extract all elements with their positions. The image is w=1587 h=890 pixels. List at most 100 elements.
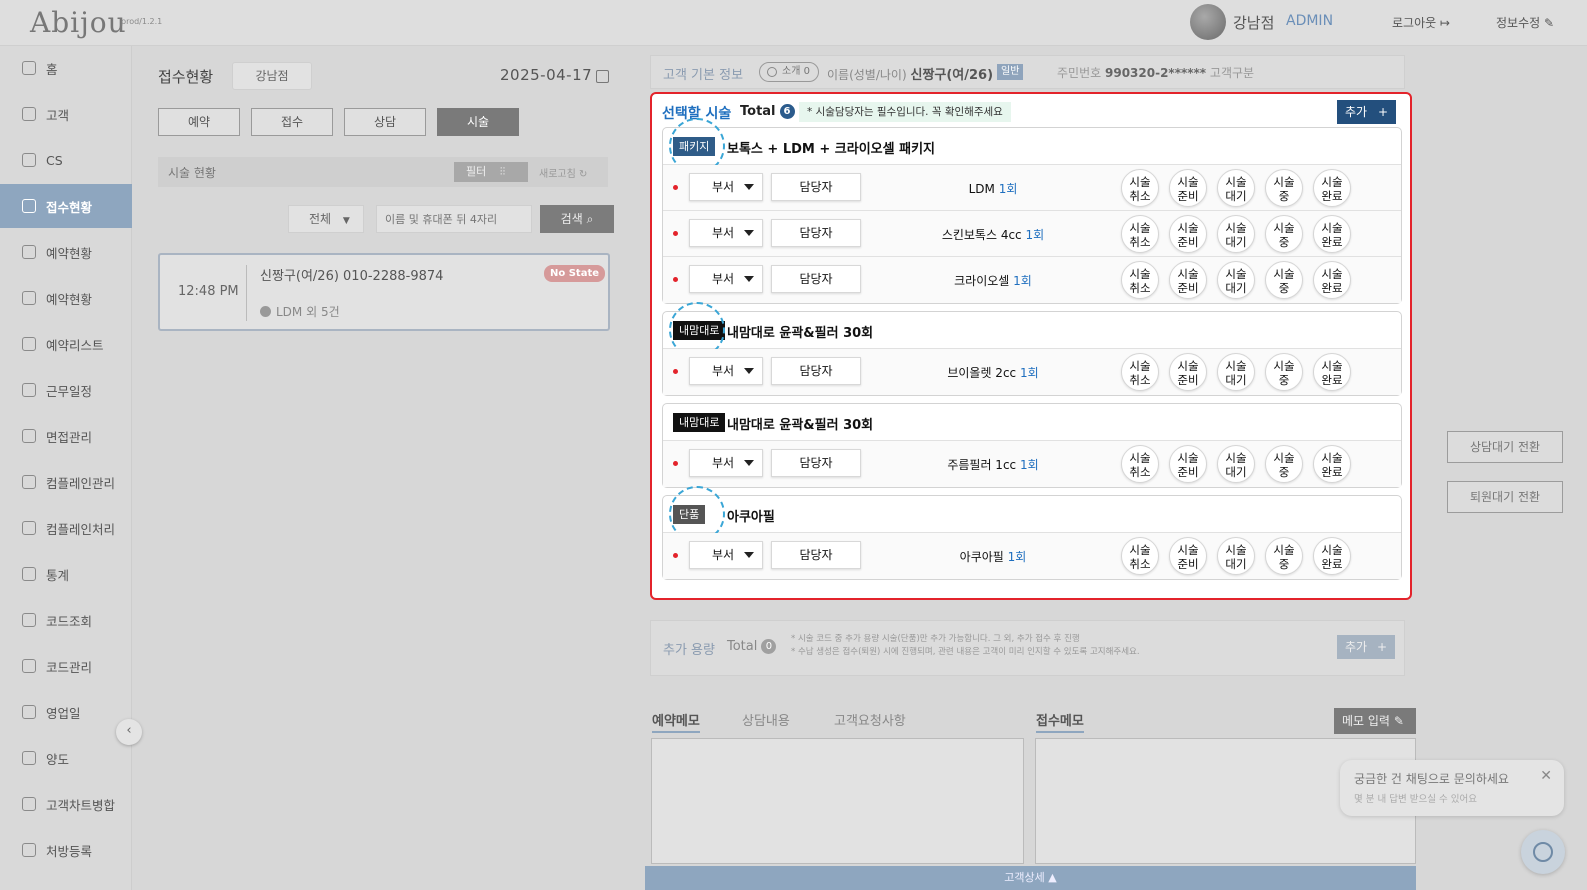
sidebar-item-6[interactable]: 예약리스트 [0,322,132,366]
sidebar-item-7[interactable]: 근무일정 [0,368,132,412]
sidebar-item-10[interactable]: 컴플레인처리 [0,506,132,550]
staff-select[interactable]: 담당자 [771,449,861,477]
procedure-cancel-button[interactable]: 시술 취소 [1121,353,1159,391]
sidebar-item-14[interactable]: 영업일 [0,690,132,734]
intro-chip[interactable]: 소개 0 [759,62,819,82]
add-procedure-button[interactable]: 추가 + [1337,100,1396,124]
procedure-cancel-button[interactable]: 시술 취소 [1121,215,1159,253]
status-line: 시술 [1321,267,1343,281]
logout-button[interactable]: 로그아웃 ↦ [1392,14,1450,31]
category-select[interactable]: 전체 ▼ [288,205,364,233]
department-select[interactable]: 부서 [689,173,763,201]
page-date[interactable]: 2025-04-17 [500,66,592,84]
logout-label: 로그아웃 [1392,16,1437,30]
calendar-icon[interactable] [596,70,609,83]
sidebar-item-4[interactable]: 예약현황 [0,230,132,274]
procedure-wait-button[interactable]: 시술 대기 [1217,261,1255,299]
sidebar-item-0[interactable]: 홈 [0,46,132,90]
procedure-cancel-button[interactable]: 시술 취소 [1121,169,1159,207]
app-logo[interactable]: Abijou [30,6,127,39]
sidebar-collapse-button[interactable]: ‹ [116,719,142,745]
procedure-in-progress-button[interactable]: 시술 중 [1265,261,1303,299]
tab-reservation[interactable]: 예약 [158,108,240,136]
department-select[interactable]: 부서 [689,219,763,247]
sidebar-item-17[interactable]: 처방등록 [0,828,132,872]
procedure-prepare-button[interactable]: 시술 준비 [1169,445,1207,483]
procedure-prepare-button[interactable]: 시술 준비 [1169,537,1207,575]
procedure-cancel-button[interactable]: 시술 취소 [1121,261,1159,299]
add-extra-button[interactable]: 추가 + [1337,635,1395,659]
tab-consult[interactable]: 상담 [344,108,426,136]
procedure-in-progress-button[interactable]: 시술 중 [1265,215,1303,253]
panel-note: * 시술담당자는 필수입니다. 꼭 확인해주세요 [799,102,1011,122]
department-select[interactable]: 부서 [689,265,763,293]
procedure-prepare-button[interactable]: 시술 준비 [1169,261,1207,299]
procedure-cancel-button[interactable]: 시술 취소 [1121,537,1159,575]
search-button[interactable]: 검색 ⌕ [540,205,614,233]
filter-button[interactable]: 필터 ⫶⫶ [454,162,528,182]
department-select[interactable]: 부서 [689,357,763,385]
sidebar-item-11[interactable]: 통계 [0,552,132,596]
staff-select[interactable]: 담당자 [771,265,861,293]
customer-detail-toggle[interactable]: 고객상세 ▲ [645,866,1416,890]
procedure-in-progress-button[interactable]: 시술 중 [1265,353,1303,391]
procedure-wait-button[interactable]: 시술 대기 [1217,215,1255,253]
chat-button[interactable] [1521,830,1565,874]
refresh-button[interactable]: 새로고침 ↻ [539,165,587,180]
sidebar-item-16[interactable]: 고객차트병합 [0,782,132,826]
tab-reservation-memo[interactable]: 예약메모 [652,710,700,733]
procedure-complete-button[interactable]: 시술 완료 [1313,445,1351,483]
staff-select[interactable]: 담당자 [771,219,861,247]
procedure-wait-button[interactable]: 시술 대기 [1217,537,1255,575]
department-select[interactable]: 부서 [689,449,763,477]
procedure-cancel-button[interactable]: 시술 취소 [1121,445,1159,483]
procedure-prepare-button[interactable]: 시술 준비 [1169,353,1207,391]
switch-consult-wait-button[interactable]: 상담대기 전환 [1447,431,1563,463]
sidebar-item-1[interactable]: 고객 [0,92,132,136]
procedure-in-progress-button[interactable]: 시술 중 [1265,169,1303,207]
procedure-in-progress-button[interactable]: 시술 중 [1265,445,1303,483]
switch-discharge-wait-button[interactable]: 퇴원대기 전환 [1447,481,1563,513]
extra-note-line: * 수납 생성은 접수(퇴원) 시에 진행되며, 관련 내용은 고객이 미리 인… [791,647,1140,657]
procedure-complete-button[interactable]: 시술 완료 [1313,353,1351,391]
tab-reception[interactable]: 접수 [251,108,333,136]
tab-consult-content[interactable]: 상담내용 [742,710,790,729]
procedure-wait-button[interactable]: 시술 대기 [1217,169,1255,207]
procedure-wait-button[interactable]: 시술 대기 [1217,445,1255,483]
close-icon[interactable]: ✕ [1540,768,1552,784]
memo-input-button[interactable]: 메모 입력 ✎ [1334,708,1416,734]
staff-select[interactable]: 담당자 [771,357,861,385]
sidebar-item-9[interactable]: 컴플레인관리 [0,460,132,504]
sidebar-item-5[interactable]: 예약현황 [0,276,132,320]
procedure-prepare-button[interactable]: 시술 준비 [1169,215,1207,253]
chat-tooltip[interactable]: 궁금한 건 채팅으로 문의하세요 몇 분 내 답변 받으실 수 있어요 ✕ [1340,760,1564,816]
tab-reception-memo[interactable]: 접수메모 [1036,710,1084,733]
department-select[interactable]: 부서 [689,541,763,569]
sidebar-item-15[interactable]: 양도 [0,736,132,780]
tab-customer-request[interactable]: 고객요청사항 [834,710,906,729]
status-line: 완료 [1321,281,1343,295]
procedure-wait-button[interactable]: 시술 대기 [1217,353,1255,391]
sidebar-item-2[interactable]: CS [0,138,132,182]
sidebar-item-8[interactable]: 면접관리 [0,414,132,458]
staff-select[interactable]: 담당자 [771,173,861,201]
procedure-complete-button[interactable]: 시술 완료 [1313,215,1351,253]
staff-select[interactable]: 담당자 [771,541,861,569]
reservation-memo-area[interactable] [651,738,1024,864]
procedure-group-name: 내맘대로 윤곽&필러 30회 [727,418,874,433]
procedure-prepare-button[interactable]: 시술 준비 [1169,169,1207,207]
sidebar-item-12[interactable]: 코드조회 [0,598,132,642]
avatar[interactable] [1190,4,1226,40]
sidebar-item-3[interactable]: 접수현황 [0,184,132,228]
procedure-complete-button[interactable]: 시술 완료 [1313,169,1351,207]
tab-procedure[interactable]: 시술 [437,108,519,136]
edit-profile-button[interactable]: 정보수정 ✎ [1496,14,1554,31]
branch-selector[interactable]: 강남점 [232,62,312,90]
procedure-in-progress-button[interactable]: 시술 중 [1265,537,1303,575]
reception-card[interactable]: 12:48 PM 신짱구(여/26) 010-2288-9874 No Stat… [158,253,610,331]
procedure-complete-button[interactable]: 시술 완료 [1313,261,1351,299]
sidebar-item-13[interactable]: 코드관리 [0,644,132,688]
sidebar-item-label: 면접관리 [46,429,93,445]
procedure-complete-button[interactable]: 시술 완료 [1313,537,1351,575]
search-input[interactable] [376,205,532,233]
